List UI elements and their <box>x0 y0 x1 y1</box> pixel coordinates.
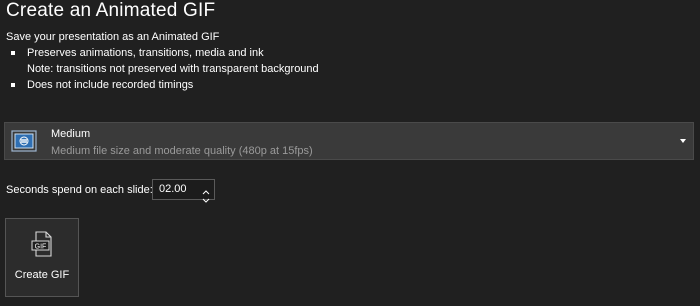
page-subtitle: Save your presentation as an Animated GI… <box>6 31 220 43</box>
create-gif-button[interactable]: GIF Create GIF <box>5 218 79 297</box>
bullet-icon <box>11 83 15 87</box>
page-title: Create an Animated GIF <box>6 0 216 21</box>
create-gif-label: Create GIF <box>14 269 70 281</box>
feature-item: Preserves animations, transitions, media… <box>0 46 700 62</box>
quality-dropdown[interactable]: Medium Medium file size and moderate qua… <box>4 122 694 160</box>
quality-selected-label: Medium <box>51 128 91 140</box>
feature-list: Preserves animations, transitions, media… <box>0 46 700 94</box>
seconds-label: Seconds spend on each slide: <box>6 184 153 196</box>
svg-text:GIF: GIF <box>35 244 47 251</box>
feature-text: Preserves animations, transitions, media… <box>27 47 264 59</box>
chevron-down-icon[interactable] <box>202 191 210 203</box>
feature-item: Does not include recorded timings <box>0 78 700 94</box>
seconds-stepper[interactable]: 02.00 <box>152 179 215 203</box>
feature-text: Does not include recorded timings <box>27 79 194 91</box>
note-text: Note: transitions not preserved with tra… <box>27 63 319 75</box>
chevron-up-icon[interactable] <box>202 182 210 195</box>
feature-note: Note: transitions not preserved with tra… <box>0 62 700 78</box>
gif-file-icon: GIF <box>31 231 55 257</box>
chevron-down-icon[interactable] <box>680 139 686 143</box>
quality-description: Medium file size and moderate quality (4… <box>51 145 313 157</box>
bullet-icon <box>11 51 15 55</box>
display-quality-icon <box>11 130 37 152</box>
seconds-value[interactable]: 02.00 <box>159 183 187 195</box>
